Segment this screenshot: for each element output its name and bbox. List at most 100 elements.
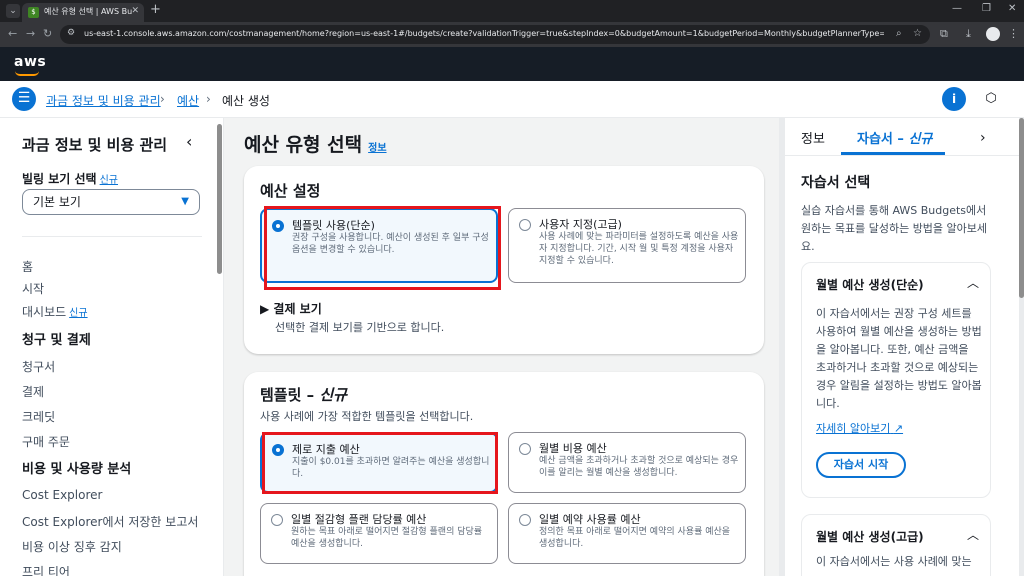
nav-item-credits[interactable]: 크레딧 — [22, 408, 55, 425]
new-tab-plus-icon[interactable]: + — [150, 3, 161, 17]
info-link[interactable]: 정보 — [368, 143, 386, 154]
collapse-caret-up-icon[interactable]: ︿ — [967, 274, 979, 291]
nav-section-billing: 청구 및 결제 — [22, 333, 91, 348]
template-desc: 원하는 목표 아래로 떨어지면 절감형 플랜의 담당률 예산을 생성합니다. — [291, 527, 483, 549]
nav-item-cost-explorer[interactable]: Cost Explorer — [22, 488, 102, 502]
nav-item-getting-started[interactable]: 시작 — [22, 280, 44, 297]
hamburger-menu-icon[interactable]: ☰ — [12, 87, 36, 111]
highlight-box — [262, 432, 498, 494]
tab-search-icon[interactable]: ⌄ — [6, 4, 20, 18]
template-desc: 정의한 목표 아래로 떨어지면 예약의 사용률 예산을 생성합니다. — [539, 527, 731, 549]
radio-unselected[interactable] — [519, 219, 531, 231]
browser-menu-icon[interactable]: ⋮ — [1008, 27, 1019, 40]
nav-item-dashboard[interactable]: 대시보드 신규 — [22, 303, 88, 320]
templates-desc: 사용 사례에 가장 적합한 템플릿을 선택합니다. — [260, 410, 474, 423]
nav-item-anomaly-detection[interactable]: 비용 이상 징후 감지 — [22, 538, 122, 555]
nav-item-dashboard-label: 대시보드 — [22, 305, 67, 319]
nav-item-payments[interactable]: 결제 — [22, 383, 44, 400]
download-icon[interactable]: ⤓ — [966, 27, 971, 41]
page-title: 예산 유형 선택 정보 — [244, 130, 387, 157]
billing-view-select[interactable]: 기본 보기 ▼ — [22, 189, 200, 215]
templates-new-tag: 신규 — [319, 386, 347, 404]
next-tab-chevron-icon[interactable]: › — [980, 130, 986, 146]
breadcrumb-budgets[interactable]: 예산 — [177, 92, 199, 109]
template-title: 일별 절감형 플랜 담당률 예산 — [291, 513, 427, 526]
billing-view-select-value: 기본 보기 — [33, 195, 81, 209]
template-title: 일별 예약 사용률 예산 — [539, 513, 641, 526]
settings-gear-icon[interactable]: ⬡ — [983, 91, 999, 107]
template-desc: 예산 금액을 초과하거나 초과할 것으로 예상되는 경우 이를 알리는 월별 예… — [539, 456, 739, 478]
breadcrumb-current: 예산 생성 — [222, 94, 270, 108]
caret-down-icon: ▼ — [181, 196, 189, 207]
help-heading: 자습서 선택 — [801, 175, 871, 191]
collapse-caret-up-icon[interactable]: ︿ — [967, 526, 979, 543]
radio-unselected[interactable] — [519, 514, 531, 526]
caret-right-icon: ▶ — [260, 302, 274, 316]
learn-more-text: 자세히 알아보기 — [816, 422, 891, 435]
profile-avatar[interactable] — [986, 27, 1000, 41]
tutorial-card-simple: 월별 예산 생성(단순) ︿ 이 자습서에서는 권장 구성 세트를 사용하여 월… — [801, 262, 991, 498]
nav-item-bills[interactable]: 청구서 — [22, 358, 55, 375]
start-tutorial-button[interactable]: 자습서 시작 — [816, 452, 906, 478]
page-title-text: 예산 유형 선택 — [244, 134, 363, 156]
breadcrumb-chevron-icon: › — [206, 92, 211, 106]
template-savings-plans-coverage[interactable]: 일별 절감형 플랜 담당률 예산 원하는 목표 아래로 떨어지면 절감형 플랜의… — [260, 503, 498, 564]
template-reservation-utilization[interactable]: 일별 예약 사용률 예산 정의한 목표 아래로 떨어지면 예약의 사용률 예산을… — [508, 503, 746, 564]
breadcrumb-bar: ☰ 과금 정보 및 비용 관리 › 예산 › 예산 생성 i ⬡ — [0, 81, 1024, 118]
address-bar[interactable]: ⚙ us-east-1.console.aws.amazon.com/costm… — [60, 25, 930, 44]
nav-item-purchase-orders[interactable]: 구매 주문 — [22, 433, 70, 450]
back-arrow-icon[interactable]: ← — [8, 27, 17, 40]
bookmark-star-icon[interactable]: ☆ — [913, 28, 922, 39]
tutorial-card-title: 월별 예산 생성(단순) — [816, 278, 924, 292]
breadcrumb-chevron-icon: › — [160, 92, 165, 106]
main-content: 예산 유형 선택 정보 예산 설정 템플릿 사용(단순) 권장 구성을 사용합니다… — [224, 118, 784, 576]
highlight-box — [264, 206, 501, 290]
aws-budgets-favicon-icon: $ — [28, 7, 39, 18]
tutorial-card-title: 월별 예산 생성(고급) — [816, 530, 924, 544]
tab-close-icon[interactable]: ✕ — [131, 6, 139, 16]
nav-item-saved-reports[interactable]: Cost Explorer에서 저장한 보고서 — [22, 513, 198, 530]
budget-settings-title: 예산 설정 — [260, 182, 321, 200]
tutorial-card-body: 이 자습서에서는 권장 구성 세트를 사용하여 월별 예산을 생성하는 방법을 … — [816, 307, 982, 410]
extensions-icon[interactable]: ⧉ — [940, 27, 948, 41]
nav-title: 과금 정보 및 비용 관리 — [22, 136, 168, 154]
nav-collapse-chevron-icon[interactable]: ‹ — [186, 132, 192, 151]
nav-item-home[interactable]: 홈 — [22, 258, 33, 275]
billing-view-label-text: 빌링 보기 선택 — [22, 172, 97, 186]
templates-title: 템플릿 – 신규 — [260, 384, 347, 405]
radio-unselected[interactable] — [271, 514, 283, 526]
info-panel-icon[interactable]: i — [942, 87, 966, 111]
breadcrumb-billing[interactable]: 과금 정보 및 비용 관리 — [46, 92, 161, 109]
browser-toolbar: ← → ↻ ⚙ us-east-1.console.aws.amazon.com… — [0, 22, 1024, 47]
help-scrollbar-thumb[interactable] — [1019, 118, 1024, 298]
tab-new-tag: 신규 — [908, 132, 933, 147]
minimize-icon[interactable]: — — [952, 3, 962, 14]
reload-icon[interactable]: ↻ — [43, 27, 52, 40]
billing-view-expander[interactable]: ▶ 결제 보기 — [260, 300, 322, 317]
option-desc: 사용 사례에 맞는 파라미터를 설정하도록 예산을 사용자 지정합니다. 기간,… — [539, 232, 739, 266]
nav-divider — [22, 236, 202, 237]
forward-arrow-icon[interactable]: → — [26, 27, 35, 40]
side-navigation: 과금 정보 및 비용 관리 ‹ 빌링 보기 선택 신규 기본 보기 ▼ 홈 시작 … — [0, 118, 224, 576]
learn-more-link[interactable]: 자세히 알아보기 ↗ — [816, 420, 903, 436]
template-title: 월별 비용 예산 — [539, 442, 607, 455]
restore-icon[interactable]: ❐ — [982, 3, 991, 14]
nav-section-cost-analysis: 비용 및 사용량 분석 — [22, 462, 132, 477]
nav-scrollbar[interactable] — [217, 124, 222, 274]
nav-item-free-tier[interactable]: 프리 티어 — [22, 563, 70, 576]
tab-info[interactable]: 정보 — [801, 128, 825, 147]
tabs-divider — [785, 155, 1024, 156]
zoom-icon[interactable]: ⌕ — [896, 28, 902, 39]
option-customize[interactable]: 사용자 지정(고급) 사용 사례에 맞는 파라미터를 설정하도록 예산을 사용자… — [508, 208, 746, 283]
template-monthly-cost[interactable]: 월별 비용 예산 예산 금액을 초과하거나 초과할 것으로 예상되는 경우 이를… — [508, 432, 746, 493]
aws-logo[interactable]: aws — [14, 54, 46, 70]
tutorial-card-body: 이 자습서에서는 사용 사례에 맞는 — [816, 555, 972, 568]
radio-unselected[interactable] — [519, 443, 531, 455]
browser-tab[interactable]: $ 예산 유형 선택 | AWS Budgets ✕ — [22, 3, 144, 22]
tab-tutorials[interactable]: 자습서 – 신규 — [857, 128, 932, 147]
new-badge[interactable]: 신규 — [100, 175, 118, 186]
new-badge[interactable]: 신규 — [69, 308, 87, 319]
window-close-icon[interactable]: ✕ — [1008, 3, 1016, 14]
expander-desc: 선택한 결제 보기를 기반으로 합니다. — [275, 321, 445, 334]
site-info-icon[interactable]: ⚙ — [67, 28, 75, 38]
